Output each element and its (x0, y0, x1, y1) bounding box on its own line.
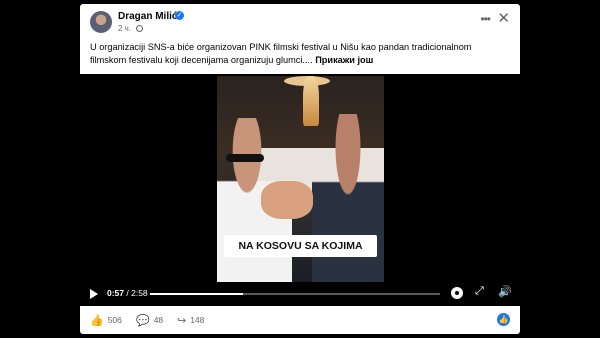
progress-fill (150, 293, 243, 295)
close-icon[interactable]: ✕ (497, 9, 510, 27)
globe-icon (136, 25, 144, 32)
post-card: Dragan Milić ✓ 2 ч. ••• ✕ U organizaciji… (80, 4, 520, 334)
see-more-link[interactable]: Прикажи још (315, 55, 373, 65)
duration: 2:58 (131, 288, 148, 298)
sunglasses (226, 154, 264, 162)
comment-button[interactable]: 💬 48 (136, 314, 163, 327)
thumbs-up-icon: 👍 (90, 315, 104, 327)
post-meta: 2 ч. (118, 24, 144, 33)
more-options-icon[interactable]: ••• (480, 12, 491, 26)
video-controls: 0:57 / 2:58 ⤢ 🔊 (80, 281, 520, 306)
video-caption: NA KOSOVU SA KOJIMA (224, 235, 377, 257)
author-name[interactable]: Dragan Milić (118, 11, 177, 22)
like-button[interactable]: 👍 506 (90, 314, 122, 327)
post-time[interactable]: 2 ч. (118, 24, 131, 33)
avatar[interactable] (90, 11, 112, 33)
volume-icon[interactable]: 🔊 (498, 285, 512, 298)
comment-icon: 💬 (136, 315, 150, 327)
fullscreen-icon[interactable]: ⤢ (475, 285, 484, 298)
verified-badge-icon: ✓ (175, 11, 184, 20)
like-reaction-icon[interactable]: 👍 (497, 313, 510, 326)
post-header: Dragan Milić ✓ 2 ч. ••• ✕ (80, 4, 520, 40)
time-display: 0:57 / 2:58 (107, 288, 148, 298)
share-icon: ↪ (177, 315, 187, 327)
comment-count: 48 (153, 315, 164, 325)
post-footer: 👍 506 💬 48 ↪ 148 👍 (80, 306, 520, 334)
video-frame[interactable]: NA KOSOVU SA KOJIMA (217, 76, 384, 282)
post-text: U organizaciji SNS-a biće organizovan PI… (90, 41, 505, 66)
hands (261, 181, 313, 219)
like-count: 506 (107, 315, 122, 325)
current-time: 0:57 (107, 288, 125, 298)
gear-icon[interactable] (451, 287, 463, 299)
post-body: U organizaciji SNS-a biće organizovan PI… (90, 42, 472, 65)
video-player[interactable]: NA KOSOVU SA KOJIMA 0:57 / 2:58 ⤢ 🔊 (80, 74, 520, 306)
share-count: 148 (190, 315, 205, 325)
play-icon[interactable] (90, 289, 98, 299)
share-button[interactable]: ↪ 148 (177, 314, 204, 327)
progress-bar[interactable] (150, 293, 440, 295)
